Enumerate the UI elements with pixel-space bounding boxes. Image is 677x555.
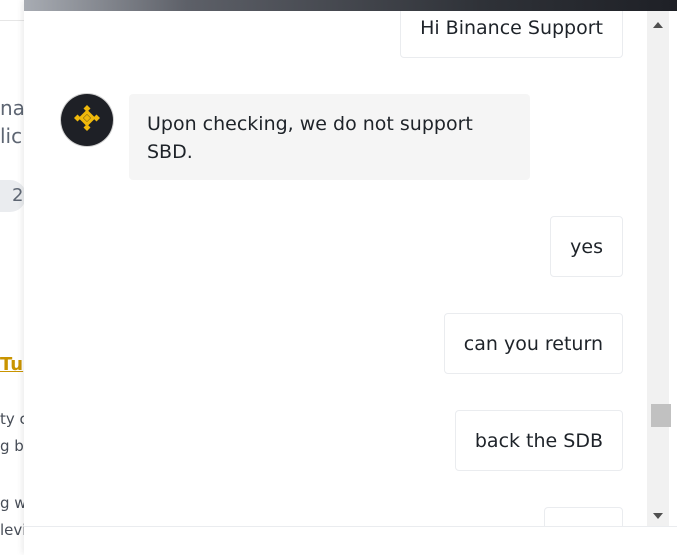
triangle-down-icon: [653, 504, 663, 523]
chat-window: Hi Binance Support Upon checking, we do: [24, 0, 677, 555]
user-message: [544, 507, 623, 526]
user-message: can you return: [443, 313, 623, 374]
scroll-up-button[interactable]: [647, 13, 669, 31]
agent-avatar: [61, 94, 113, 146]
user-message: Hi Binance Support: [400, 11, 623, 58]
scroll-down-button[interactable]: [647, 504, 669, 522]
background-body-line-3: g w: [0, 494, 24, 512]
agent-message: Upon checking, we do not support SBD.: [129, 94, 530, 180]
chat-header-bar: [24, 0, 677, 11]
chat-message-list[interactable]: Hi Binance Support Upon checking, we do: [24, 11, 647, 526]
background-page: nat lic 2 Tu ty c g be g w levi: [0, 0, 24, 554]
background-body-line-4: levi: [0, 521, 24, 539]
background-body-line-1: ty c: [0, 410, 24, 428]
background-step-pill: 2: [0, 180, 24, 212]
background-heading-line-1: nat: [0, 96, 24, 120]
scroll-thumb[interactable]: [651, 404, 671, 427]
message-composer[interactable]: [24, 526, 677, 555]
background-step-number: 2: [12, 185, 24, 206]
binance-logo-icon: [69, 100, 105, 140]
user-message: back the SDB: [454, 410, 623, 471]
background-tutorial-link[interactable]: Tu: [0, 354, 23, 375]
background-heading-line-2: lic: [0, 124, 23, 148]
background-divider: [0, 20, 24, 21]
background-body-line-2: g be: [0, 437, 24, 455]
chat-scrollbar[interactable]: [647, 11, 671, 526]
user-message: yes: [550, 216, 623, 277]
triangle-up-icon: [653, 13, 663, 32]
